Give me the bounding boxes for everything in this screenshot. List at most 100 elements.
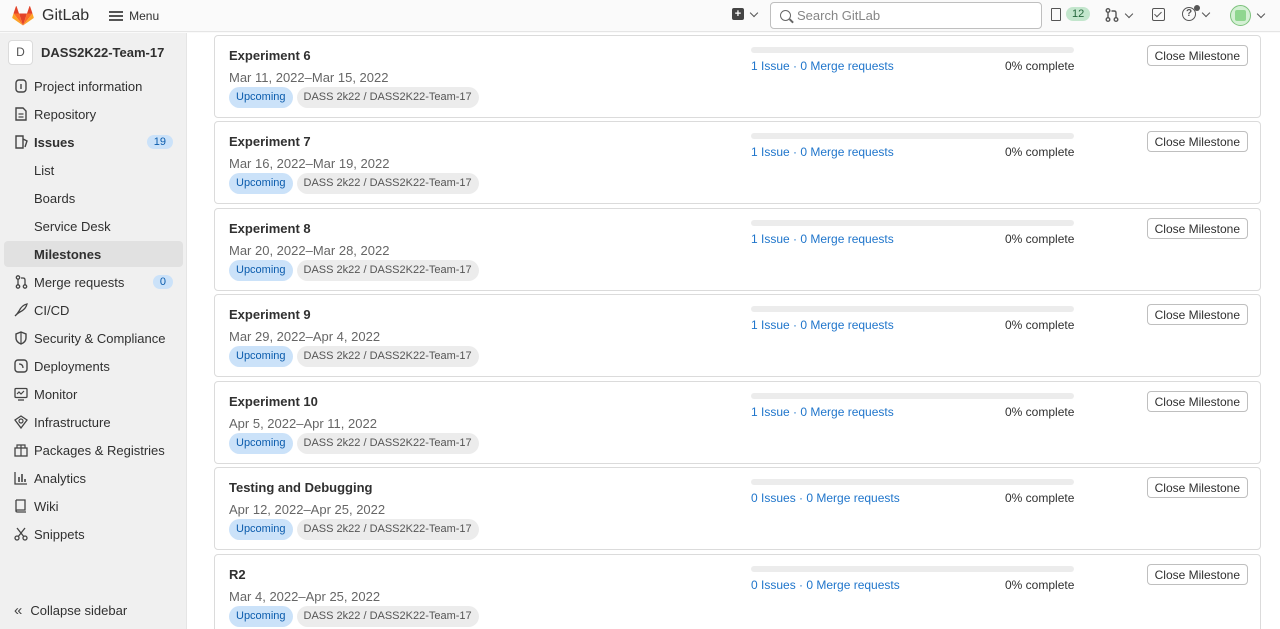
- project-path-badge[interactable]: DASS 2k22 / DASS2K22-Team-17: [296, 519, 479, 540]
- sidebar-item-merge-requests[interactable]: Merge requests 0: [4, 269, 183, 295]
- status-badge: Upcoming: [229, 260, 293, 281]
- milestone-dates: Apr 12, 2022–Apr 25, 2022: [229, 502, 386, 517]
- progress-bar: [751, 220, 1074, 226]
- status-badge: Upcoming: [229, 173, 293, 194]
- milestone-stats-link[interactable]: 1 Issue · 0 Merge requests: [751, 318, 894, 332]
- sidebar-item-packages-registries[interactable]: Packages & Registries: [4, 437, 183, 463]
- milestone-card: Experiment 9 Mar 29, 2022–Apr 4, 2022 Up…: [214, 294, 1261, 377]
- milestone-stats-link[interactable]: 1 Issue · 0 Merge requests: [751, 59, 894, 73]
- issues-button[interactable]: 12: [1051, 7, 1091, 21]
- sidebar-item-security-compliance[interactable]: Security & Compliance: [4, 325, 183, 351]
- collapse-sidebar-button[interactable]: « Collapse sidebar: [4, 597, 127, 623]
- sidebar-item-label: Milestones: [34, 246, 102, 262]
- progress-bar: [751, 133, 1074, 139]
- milestone-title[interactable]: R2: [229, 567, 246, 582]
- sidebar-item-analytics[interactable]: Analytics: [4, 465, 183, 491]
- milestone-card: Testing and Debugging Apr 12, 2022–Apr 2…: [214, 467, 1261, 550]
- project-path-badge[interactable]: DASS 2k22 / DASS2K22-Team-17: [296, 433, 479, 454]
- issues-count-badge: 19: [146, 135, 173, 149]
- project-header[interactable]: D DASS2K22-Team-17: [0, 33, 186, 71]
- project-path-badge[interactable]: DASS 2k22 / DASS2K22-Team-17: [296, 606, 479, 627]
- project-path-badge[interactable]: DASS 2k22 / DASS2K22-Team-17: [296, 173, 479, 194]
- menu-label: Menu: [129, 8, 160, 23]
- sidebar-item-monitor[interactable]: Monitor: [4, 381, 183, 407]
- book-icon: [14, 499, 28, 513]
- chevron-down-icon: [1256, 9, 1266, 19]
- tanuki-icon: [12, 5, 34, 25]
- sidebar-item-wiki[interactable]: Wiki: [4, 493, 183, 519]
- sidebar-item-project-information[interactable]: Project information: [4, 73, 183, 99]
- milestone-stats-link[interactable]: 1 Issue · 0 Merge requests: [751, 232, 894, 246]
- sidebar-item-list[interactable]: List: [4, 157, 183, 183]
- sidebar-item-ci-cd[interactable]: CI/CD: [4, 297, 183, 323]
- percent-complete: 0% complete: [1005, 491, 1075, 505]
- milestone-title[interactable]: Experiment 10: [229, 394, 318, 409]
- milestone-stats-link[interactable]: 1 Issue · 0 Merge requests: [751, 145, 894, 159]
- user-menu-button[interactable]: [1230, 5, 1266, 26]
- percent-complete: 0% complete: [1005, 232, 1075, 246]
- milestone-title[interactable]: Experiment 8: [229, 221, 311, 236]
- sidebar-item-repository[interactable]: Repository: [4, 101, 183, 127]
- menu-button[interactable]: Menu: [109, 9, 159, 23]
- close-milestone-button[interactable]: Close Milestone: [1146, 131, 1248, 152]
- notification-dot-icon: [1194, 5, 1200, 11]
- status-badge: Upcoming: [229, 87, 293, 108]
- sidebar-item-issues[interactable]: Issues 19: [4, 129, 183, 155]
- close-milestone-button[interactable]: Close Milestone: [1146, 45, 1248, 66]
- merge-requests-count-badge: 0: [152, 275, 173, 289]
- status-badge: Upcoming: [229, 433, 293, 454]
- plus-square-icon: +: [732, 8, 744, 20]
- merge-request-icon: [14, 275, 28, 289]
- sidebar-item-service-desk[interactable]: Service Desk: [4, 213, 183, 239]
- project-path-badge[interactable]: DASS 2k22 / DASS2K22-Team-17: [296, 87, 479, 108]
- sidebar: D DASS2K22-Team-17 Project information R…: [0, 33, 187, 629]
- search-input[interactable]: [797, 8, 1027, 23]
- search-box[interactable]: [770, 2, 1042, 29]
- milestone-title[interactable]: Experiment 6: [229, 48, 311, 63]
- deployments-icon: [14, 359, 28, 373]
- milestone-card: Experiment 7 Mar 16, 2022–Mar 19, 2022 U…: [214, 121, 1261, 204]
- milestone-dates: Apr 5, 2022–Apr 11, 2022: [229, 416, 377, 431]
- double-chevron-left-icon: «: [14, 601, 23, 619]
- close-milestone-button[interactable]: Close Milestone: [1146, 304, 1248, 325]
- shield-icon: [14, 331, 28, 345]
- top-bar: GitLab Menu + 12 ?: [0, 0, 1280, 32]
- collapse-sidebar-label: Collapse sidebar: [30, 602, 128, 618]
- sidebar-item-label: List: [34, 162, 55, 178]
- new-dropdown-button[interactable]: +: [732, 8, 759, 20]
- close-milestone-button[interactable]: Close Milestone: [1146, 477, 1248, 498]
- sidebar-item-milestones[interactable]: Milestones: [4, 241, 183, 267]
- sidebar-item-snippets[interactable]: Snippets: [4, 521, 183, 547]
- sidebar-item-label: Boards: [34, 190, 76, 206]
- percent-complete: 0% complete: [1005, 318, 1075, 332]
- milestone-card: Experiment 8 Mar 20, 2022–Mar 28, 2022 U…: [214, 208, 1261, 291]
- status-badge: Upcoming: [229, 519, 293, 540]
- milestone-dates: Mar 16, 2022–Mar 19, 2022: [229, 156, 390, 171]
- milestone-stats-link[interactable]: 0 Issues · 0 Merge requests: [751, 491, 900, 505]
- milestone-stats-link[interactable]: 1 Issue · 0 Merge requests: [751, 405, 894, 419]
- avatar: [1230, 5, 1251, 26]
- sidebar-item-boards[interactable]: Boards: [4, 185, 183, 211]
- info-doc-icon: [14, 79, 28, 93]
- todo-button[interactable]: [1152, 8, 1165, 21]
- project-path-badge[interactable]: DASS 2k22 / DASS2K22-Team-17: [296, 260, 479, 281]
- close-milestone-button[interactable]: Close Milestone: [1146, 564, 1248, 585]
- milestone-stats-link[interactable]: 0 Issues · 0 Merge requests: [751, 578, 900, 592]
- project-path-badge[interactable]: DASS 2k22 / DASS2K22-Team-17: [296, 346, 479, 367]
- sidebar-item-deployments[interactable]: Deployments: [4, 353, 183, 379]
- sidebar-item-infrastructure[interactable]: Infrastructure: [4, 409, 183, 435]
- milestone-title[interactable]: Testing and Debugging: [229, 480, 372, 495]
- milestone-title[interactable]: Experiment 7: [229, 134, 311, 149]
- gitlab-logo[interactable]: GitLab: [12, 5, 89, 26]
- milestone-title[interactable]: Experiment 9: [229, 307, 311, 322]
- help-button[interactable]: ?: [1182, 5, 1211, 21]
- sidebar-item-label: Security & Compliance: [34, 330, 166, 346]
- milestone-dates: Mar 20, 2022–Mar 28, 2022: [229, 243, 390, 258]
- sidebar-item-label: Merge requests: [34, 274, 125, 290]
- close-milestone-button[interactable]: Close Milestone: [1146, 218, 1248, 239]
- sidebar-item-label: Monitor: [34, 386, 78, 402]
- project-avatar: D: [8, 39, 33, 65]
- chart-icon: [14, 471, 28, 485]
- merge-requests-button[interactable]: [1105, 8, 1134, 22]
- close-milestone-button[interactable]: Close Milestone: [1146, 391, 1248, 412]
